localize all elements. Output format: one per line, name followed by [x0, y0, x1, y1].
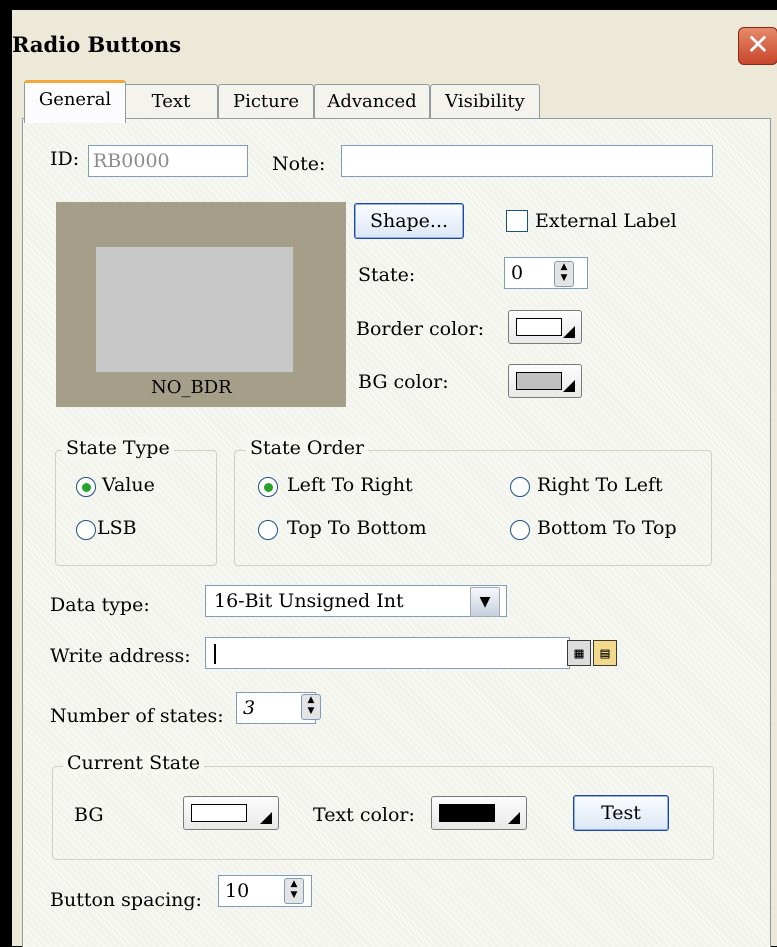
- current-bg-swatch: [191, 804, 247, 822]
- close-icon[interactable]: ✕: [738, 27, 777, 65]
- state-spinner[interactable]: ▲ ▼: [554, 261, 574, 287]
- state-type-lsb-label: LSB: [97, 517, 137, 539]
- shape-preview: NO_BDR: [56, 202, 346, 407]
- calculator-icon[interactable]: ▦: [567, 640, 591, 666]
- bottom-to-top-label: Bottom To Top: [537, 517, 677, 539]
- write-address-label: Write address:: [50, 645, 191, 667]
- test-button[interactable]: Test: [573, 795, 669, 831]
- text-color-picker[interactable]: [431, 796, 527, 830]
- external-label-text: External Label: [535, 210, 677, 232]
- id-label: ID:: [50, 148, 80, 170]
- note-label: Note:: [272, 153, 326, 175]
- data-type-select[interactable]: 16-Bit Unsigned Int: [205, 585, 507, 617]
- current-bg-label: BG: [74, 804, 104, 826]
- preview-button-face: [96, 247, 293, 372]
- dropdown-arrow-icon: [260, 812, 272, 824]
- tab-picture[interactable]: Picture: [218, 84, 314, 119]
- current-state-legend: Current State: [63, 752, 204, 774]
- state-field[interactable]: 0: [504, 257, 588, 289]
- left-to-right-label: Left To Right: [287, 474, 413, 496]
- write-address-field[interactable]: [205, 637, 570, 669]
- tab-advanced[interactable]: Advanced: [314, 84, 430, 119]
- button-spacing-spinner[interactable]: ▲ ▼: [284, 878, 304, 904]
- note-field[interactable]: [341, 145, 713, 177]
- address-picker-icon[interactable]: ▤: [593, 640, 617, 666]
- tab-visibility[interactable]: Visibility: [430, 84, 540, 119]
- bottom-to-top-radio[interactable]: [510, 520, 530, 540]
- top-to-bottom-radio[interactable]: [258, 520, 278, 540]
- border-color-label: Border color:: [356, 318, 485, 340]
- left-to-right-radio[interactable]: [258, 477, 278, 497]
- state-label: State:: [358, 264, 416, 286]
- preview-label: NO_BDR: [151, 377, 232, 398]
- border-color-picker[interactable]: [508, 310, 582, 344]
- state-type-value-label: Value: [102, 474, 155, 496]
- right-to-left-label: Right To Left: [537, 474, 663, 496]
- shape-button[interactable]: Shape...: [354, 203, 464, 239]
- text-color-label: Text color:: [313, 804, 415, 826]
- dropdown-arrow-icon: [563, 326, 575, 338]
- state-type-lsb-radio[interactable]: [76, 520, 96, 540]
- dropdown-arrow-icon: [563, 380, 575, 392]
- state-order-group: [234, 450, 712, 566]
- external-label-checkbox[interactable]: [506, 210, 528, 232]
- window-title: Radio Buttons: [12, 32, 182, 57]
- border-color-swatch: [516, 318, 562, 336]
- tab-general[interactable]: General: [24, 80, 126, 123]
- current-bg-color-picker[interactable]: [183, 796, 279, 830]
- number-of-states-spinner[interactable]: ▲ ▼: [301, 694, 321, 720]
- dialog-window: Radio Buttons ✕ General Text Picture Adv…: [0, 0, 777, 947]
- top-to-bottom-label: Top To Bottom: [287, 517, 427, 539]
- chevron-down-icon[interactable]: ▼: [470, 587, 500, 617]
- title-bar: Radio Buttons ✕: [12, 10, 777, 74]
- data-type-label: Data type:: [50, 594, 150, 616]
- state-type-value-radio[interactable]: [76, 477, 96, 497]
- state-order-legend: State Order: [246, 437, 369, 459]
- text-cursor: [214, 644, 216, 664]
- id-field[interactable]: RB0000: [88, 145, 248, 177]
- right-to-left-radio[interactable]: [510, 477, 530, 497]
- dropdown-arrow-icon: [508, 812, 520, 824]
- bg-color-label: BG color:: [358, 371, 449, 393]
- button-spacing-label: Button spacing:: [50, 889, 202, 911]
- tab-text[interactable]: Text: [124, 84, 218, 119]
- number-of-states-label: Number of states:: [50, 705, 224, 727]
- state-type-group: [55, 450, 217, 566]
- state-type-legend: State Type: [62, 437, 174, 459]
- text-color-swatch: [439, 804, 495, 822]
- bg-color-swatch: [516, 372, 562, 390]
- bg-color-picker[interactable]: [508, 364, 582, 398]
